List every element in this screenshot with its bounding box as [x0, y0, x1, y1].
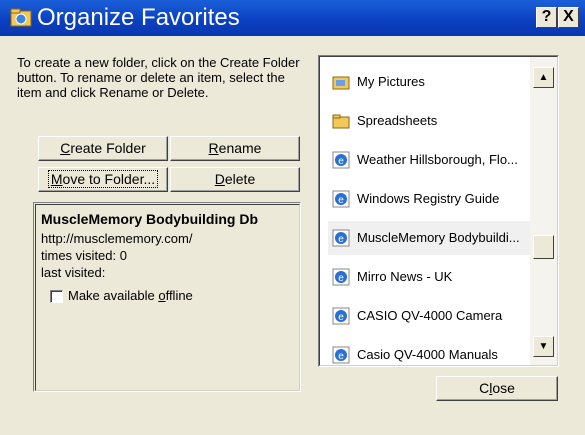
organize-favorites-dialog: Organize Favorites ? X To create a new f…: [0, 0, 585, 435]
offline-checkbox[interactable]: [50, 290, 63, 303]
item-label: Mirro News - UK: [357, 269, 453, 284]
item-url: http://musclememory.com/: [41, 231, 193, 246]
title-bar[interactable]: Organize Favorites ? X: [0, 0, 585, 36]
item-label: Windows Registry Guide: [357, 191, 500, 206]
accel-key: M: [50, 171, 63, 187]
ie-link-icon: e: [332, 190, 350, 208]
accel-key: R: [208, 140, 219, 156]
favorites-list[interactable]: My Pictures Spreadsheets e Weather Hills…: [318, 55, 559, 367]
move-to-folder-button[interactable]: Move to Folder...: [38, 167, 168, 192]
list-item[interactable]: e Casio QV-4000 Manuals: [328, 338, 533, 366]
label-text: Make available: [68, 288, 159, 303]
favorites-folder-icon: [10, 8, 32, 27]
close-button[interactable]: Close: [436, 376, 558, 401]
list-item[interactable]: Spreadsheets: [328, 104, 533, 138]
create-folder-button[interactable]: Create Folder: [38, 136, 168, 161]
window-title: Organize Favorites: [37, 4, 240, 31]
button-label: reate Folder: [70, 140, 146, 156]
times-visited: times visited: 0: [41, 248, 127, 263]
list-item[interactable]: e CASIO QV-4000 Camera: [328, 299, 533, 333]
list-item[interactable]: e Weather Hillsborough, Flo...: [328, 143, 533, 177]
offline-checkbox-label[interactable]: Make available offline: [68, 288, 193, 303]
details-panel-inner: MuscleMemory Bodybuilding Db http://musc…: [35, 204, 300, 391]
focus-rect: Move to Folder...: [47, 170, 159, 188]
scroll-down-arrow-icon[interactable]: ▼: [533, 336, 554, 357]
svg-text:e: e: [338, 351, 344, 362]
vertical-scrollbar[interactable]: ▲ ▼: [530, 57, 557, 365]
scroll-thumb[interactable]: [533, 235, 554, 259]
button-label: C: [479, 380, 490, 396]
item-label: My Pictures: [357, 74, 425, 89]
ie-link-icon: e: [332, 229, 350, 247]
instructions-text: To create a new folder, click on the Cre…: [17, 55, 300, 100]
svg-text:e: e: [338, 156, 344, 167]
last-visited: last visited:: [41, 265, 106, 280]
label-text: ffline: [165, 288, 193, 303]
folder-pictures-icon: [332, 76, 350, 90]
list-item-selected[interactable]: e MuscleMemory Bodybuildi...: [328, 221, 533, 255]
button-label: ove to Folder...: [62, 171, 156, 187]
ie-link-icon: e: [332, 307, 350, 325]
delete-button[interactable]: Delete: [170, 167, 300, 192]
item-label: Weather Hillsborough, Flo...: [357, 152, 518, 167]
list-item[interactable]: e Mirro News - UK: [328, 260, 533, 294]
favorites-list-inner: My Pictures Spreadsheets e Weather Hills…: [319, 56, 558, 366]
button-label: ename: [218, 140, 262, 156]
rename-button[interactable]: Rename: [170, 136, 300, 161]
svg-text:e: e: [338, 234, 344, 245]
item-label: CASIO QV-4000 Camera: [357, 308, 503, 323]
ie-link-icon: e: [332, 346, 350, 364]
help-button[interactable]: ?: [536, 7, 557, 28]
accel-key: C: [60, 140, 71, 156]
list-item[interactable]: e Windows Registry Guide: [328, 182, 533, 216]
svg-text:e: e: [338, 195, 344, 206]
button-label: elete: [224, 171, 256, 187]
item-label: MuscleMemory Bodybuildi...: [357, 230, 520, 245]
button-label: ose: [492, 380, 515, 396]
list-item[interactable]: My Pictures: [328, 65, 533, 99]
ie-link-icon: e: [332, 268, 350, 286]
details-panel: MuscleMemory Bodybuilding Db http://musc…: [33, 202, 301, 392]
ie-link-icon: e: [332, 151, 350, 169]
folder-icon: [332, 114, 350, 129]
accel-key: o: [158, 288, 166, 303]
svg-text:e: e: [338, 312, 344, 323]
scroll-up-arrow-icon[interactable]: ▲: [533, 67, 554, 88]
svg-text:e: e: [338, 273, 344, 284]
item-label: Spreadsheets: [357, 113, 438, 128]
item-label: Casio QV-4000 Manuals: [357, 347, 498, 362]
item-name: MuscleMemory Bodybuilding Db: [41, 211, 259, 227]
close-window-button[interactable]: X: [558, 7, 579, 28]
accel-key: D: [214, 171, 225, 187]
